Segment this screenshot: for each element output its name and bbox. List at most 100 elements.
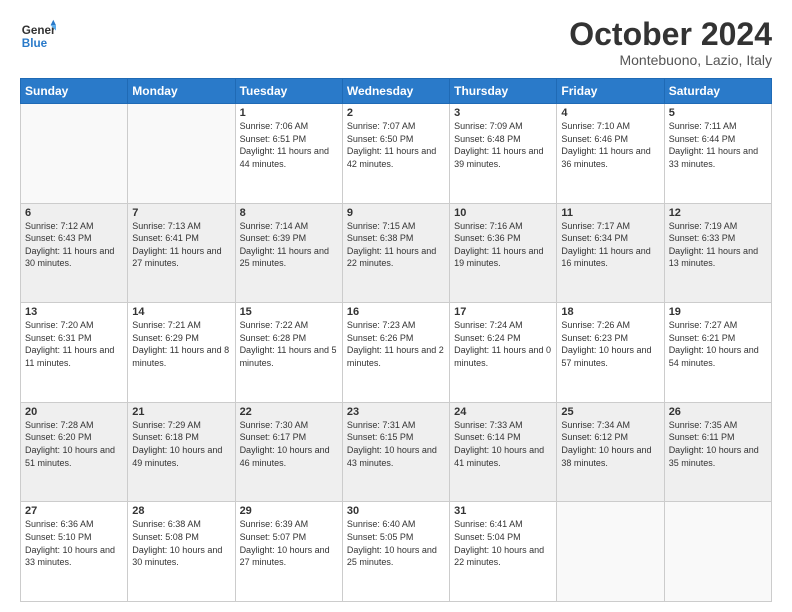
col-monday: Monday [128,79,235,104]
day-detail: Sunrise: 7:13 AM Sunset: 6:41 PM Dayligh… [132,220,230,270]
day-detail: Sunrise: 7:09 AM Sunset: 6:48 PM Dayligh… [454,120,552,170]
table-cell: 15Sunrise: 7:22 AM Sunset: 6:28 PM Dayli… [235,303,342,403]
location-title: Montebuono, Lazio, Italy [569,52,772,68]
calendar-week-row: 27Sunrise: 6:36 AM Sunset: 5:10 PM Dayli… [21,502,772,602]
table-cell: 6Sunrise: 7:12 AM Sunset: 6:43 PM Daylig… [21,203,128,303]
table-cell: 20Sunrise: 7:28 AM Sunset: 6:20 PM Dayli… [21,402,128,502]
day-detail: Sunrise: 7:22 AM Sunset: 6:28 PM Dayligh… [240,319,338,369]
day-number: 2 [347,107,445,119]
day-detail: Sunrise: 7:12 AM Sunset: 6:43 PM Dayligh… [25,220,123,270]
table-cell: 23Sunrise: 7:31 AM Sunset: 6:15 PM Dayli… [342,402,449,502]
table-cell: 19Sunrise: 7:27 AM Sunset: 6:21 PM Dayli… [664,303,771,403]
day-detail: Sunrise: 7:31 AM Sunset: 6:15 PM Dayligh… [347,419,445,469]
table-cell [557,502,664,602]
day-detail: Sunrise: 7:21 AM Sunset: 6:29 PM Dayligh… [132,319,230,369]
calendar-week-row: 1Sunrise: 7:06 AM Sunset: 6:51 PM Daylig… [21,104,772,204]
col-saturday: Saturday [664,79,771,104]
day-detail: Sunrise: 7:14 AM Sunset: 6:39 PM Dayligh… [240,220,338,270]
calendar-week-row: 6Sunrise: 7:12 AM Sunset: 6:43 PM Daylig… [21,203,772,303]
day-number: 12 [669,207,767,219]
day-detail: Sunrise: 6:38 AM Sunset: 5:08 PM Dayligh… [132,518,230,568]
day-number: 13 [25,306,123,318]
day-detail: Sunrise: 6:39 AM Sunset: 5:07 PM Dayligh… [240,518,338,568]
day-detail: Sunrise: 7:33 AM Sunset: 6:14 PM Dayligh… [454,419,552,469]
calendar-header-row: Sunday Monday Tuesday Wednesday Thursday… [21,79,772,104]
table-cell: 27Sunrise: 6:36 AM Sunset: 5:10 PM Dayli… [21,502,128,602]
day-detail: Sunrise: 7:34 AM Sunset: 6:12 PM Dayligh… [561,419,659,469]
day-detail: Sunrise: 7:15 AM Sunset: 6:38 PM Dayligh… [347,220,445,270]
page: General Blue October 2024 Montebuono, La… [0,0,792,612]
logo: General Blue [20,18,56,54]
table-cell: 5Sunrise: 7:11 AM Sunset: 6:44 PM Daylig… [664,104,771,204]
table-cell: 26Sunrise: 7:35 AM Sunset: 6:11 PM Dayli… [664,402,771,502]
day-number: 10 [454,207,552,219]
day-detail: Sunrise: 7:10 AM Sunset: 6:46 PM Dayligh… [561,120,659,170]
table-cell: 17Sunrise: 7:24 AM Sunset: 6:24 PM Dayli… [450,303,557,403]
logo-icon: General Blue [20,18,56,54]
day-number: 3 [454,107,552,119]
table-cell: 18Sunrise: 7:26 AM Sunset: 6:23 PM Dayli… [557,303,664,403]
table-cell: 9Sunrise: 7:15 AM Sunset: 6:38 PM Daylig… [342,203,449,303]
day-detail: Sunrise: 6:36 AM Sunset: 5:10 PM Dayligh… [25,518,123,568]
day-detail: Sunrise: 7:35 AM Sunset: 6:11 PM Dayligh… [669,419,767,469]
day-number: 29 [240,505,338,517]
day-number: 24 [454,406,552,418]
day-detail: Sunrise: 7:07 AM Sunset: 6:50 PM Dayligh… [347,120,445,170]
svg-text:Blue: Blue [22,37,48,50]
day-number: 1 [240,107,338,119]
day-detail: Sunrise: 7:23 AM Sunset: 6:26 PM Dayligh… [347,319,445,369]
table-cell: 24Sunrise: 7:33 AM Sunset: 6:14 PM Dayli… [450,402,557,502]
table-cell: 7Sunrise: 7:13 AM Sunset: 6:41 PM Daylig… [128,203,235,303]
table-cell: 16Sunrise: 7:23 AM Sunset: 6:26 PM Dayli… [342,303,449,403]
table-cell: 14Sunrise: 7:21 AM Sunset: 6:29 PM Dayli… [128,303,235,403]
day-number: 28 [132,505,230,517]
day-number: 30 [347,505,445,517]
table-cell: 8Sunrise: 7:14 AM Sunset: 6:39 PM Daylig… [235,203,342,303]
title-block: October 2024 Montebuono, Lazio, Italy [569,18,772,68]
col-wednesday: Wednesday [342,79,449,104]
day-detail: Sunrise: 7:28 AM Sunset: 6:20 PM Dayligh… [25,419,123,469]
month-title: October 2024 [569,18,772,50]
day-detail: Sunrise: 7:11 AM Sunset: 6:44 PM Dayligh… [669,120,767,170]
day-number: 6 [25,207,123,219]
day-number: 22 [240,406,338,418]
day-number: 19 [669,306,767,318]
day-detail: Sunrise: 7:26 AM Sunset: 6:23 PM Dayligh… [561,319,659,369]
day-detail: Sunrise: 7:17 AM Sunset: 6:34 PM Dayligh… [561,220,659,270]
calendar-week-row: 13Sunrise: 7:20 AM Sunset: 6:31 PM Dayli… [21,303,772,403]
table-cell: 29Sunrise: 6:39 AM Sunset: 5:07 PM Dayli… [235,502,342,602]
table-cell [664,502,771,602]
day-detail: Sunrise: 7:27 AM Sunset: 6:21 PM Dayligh… [669,319,767,369]
col-thursday: Thursday [450,79,557,104]
svg-text:General: General [22,24,56,37]
day-detail: Sunrise: 7:29 AM Sunset: 6:18 PM Dayligh… [132,419,230,469]
day-number: 5 [669,107,767,119]
table-cell: 2Sunrise: 7:07 AM Sunset: 6:50 PM Daylig… [342,104,449,204]
day-number: 14 [132,306,230,318]
table-cell: 25Sunrise: 7:34 AM Sunset: 6:12 PM Dayli… [557,402,664,502]
day-number: 23 [347,406,445,418]
table-cell: 21Sunrise: 7:29 AM Sunset: 6:18 PM Dayli… [128,402,235,502]
table-cell: 22Sunrise: 7:30 AM Sunset: 6:17 PM Dayli… [235,402,342,502]
table-cell: 10Sunrise: 7:16 AM Sunset: 6:36 PM Dayli… [450,203,557,303]
table-cell: 11Sunrise: 7:17 AM Sunset: 6:34 PM Dayli… [557,203,664,303]
day-detail: Sunrise: 7:30 AM Sunset: 6:17 PM Dayligh… [240,419,338,469]
table-cell: 28Sunrise: 6:38 AM Sunset: 5:08 PM Dayli… [128,502,235,602]
day-number: 16 [347,306,445,318]
table-cell: 1Sunrise: 7:06 AM Sunset: 6:51 PM Daylig… [235,104,342,204]
day-detail: Sunrise: 7:20 AM Sunset: 6:31 PM Dayligh… [25,319,123,369]
day-number: 7 [132,207,230,219]
day-number: 31 [454,505,552,517]
day-detail: Sunrise: 6:41 AM Sunset: 5:04 PM Dayligh… [454,518,552,568]
day-number: 17 [454,306,552,318]
table-cell: 4Sunrise: 7:10 AM Sunset: 6:46 PM Daylig… [557,104,664,204]
day-number: 20 [25,406,123,418]
day-detail: Sunrise: 7:16 AM Sunset: 6:36 PM Dayligh… [454,220,552,270]
day-number: 21 [132,406,230,418]
day-number: 27 [25,505,123,517]
day-number: 9 [347,207,445,219]
day-detail: Sunrise: 7:24 AM Sunset: 6:24 PM Dayligh… [454,319,552,369]
calendar-week-row: 20Sunrise: 7:28 AM Sunset: 6:20 PM Dayli… [21,402,772,502]
day-number: 18 [561,306,659,318]
table-cell: 31Sunrise: 6:41 AM Sunset: 5:04 PM Dayli… [450,502,557,602]
